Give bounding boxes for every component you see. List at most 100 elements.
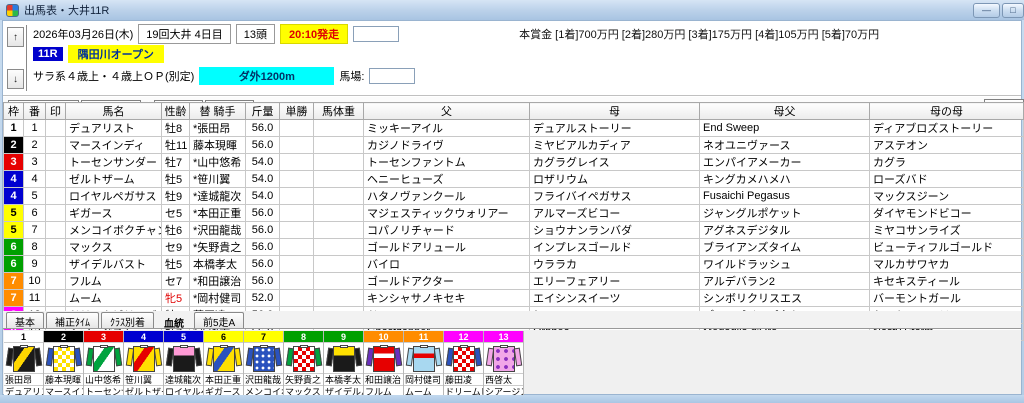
column-header-4: 性齢 — [162, 103, 190, 120]
table-row[interactable]: 22マースインディ牡11藤本現暉56.0カジノドライヴミヤビアルカディアネオユニ… — [4, 137, 1024, 154]
waku-cell: 7 — [4, 290, 24, 307]
column-header-1: 番 — [24, 103, 46, 120]
odds-cell — [280, 188, 314, 205]
titlebar: 出馬表・大井11R — □ — [0, 0, 1024, 20]
odds-cell — [280, 137, 314, 154]
body-weight-cell — [314, 222, 364, 239]
dam-cell: デュアルストーリー — [530, 120, 700, 137]
dams-dam-cell: ビューティフルゴールド — [870, 239, 1024, 256]
dams-dam-cell: マックスジーン — [870, 188, 1024, 205]
entries-table: 枠番印馬名性齢替 騎手斤量単勝馬体重父母母父母の母 11デュアリスト牡8*張田昂… — [3, 102, 1024, 341]
minimize-button[interactable]: — — [973, 3, 1000, 18]
damsire-cell: ブライアンズタイム — [700, 239, 870, 256]
jockey-cell: *山中悠希 — [190, 154, 246, 171]
race-conditions: サラ系４歳上・４歳上ＯＰ(別定) — [33, 68, 194, 84]
column-header-9: 父 — [364, 103, 530, 120]
silk-jockey-name: 藤田凌 — [444, 374, 483, 386]
damsire-cell: アグネスデジタル — [700, 222, 870, 239]
sex-age-cell: 牡7 — [162, 154, 190, 171]
silk-number: 3 — [84, 331, 123, 343]
mark-cell — [46, 273, 66, 290]
tab-0[interactable]: 基本 — [6, 312, 44, 328]
baba-input[interactable] — [369, 68, 415, 84]
sire-cell: バイロ — [364, 256, 530, 273]
number-cell: 5 — [24, 188, 46, 205]
dam-cell: エリーフェアリー — [530, 273, 700, 290]
silk-jockey-name: 本田正重 — [204, 374, 243, 386]
sire-cell: カジノドライヴ — [364, 137, 530, 154]
silk-cell-10: 10和田譲治フルム — [364, 331, 404, 398]
tab-3[interactable]: 血統 — [156, 312, 192, 328]
damsire-cell: Fusaichi Pegasus — [700, 188, 870, 205]
table-row[interactable]: 33トーセンサンダー牡7*山中悠希54.0トーセンファントムカグラグレイスエンパ… — [4, 154, 1024, 171]
table-row[interactable]: 11デュアリスト牡8*張田昂56.0ミッキーアイルデュアルストーリーEnd Sw… — [4, 120, 1024, 137]
odds-cell — [280, 205, 314, 222]
table-row[interactable]: 44ゼルトザーム牡5*笹川翼54.0ヘニーヒューズロザリウムキングカメハメハロー… — [4, 171, 1024, 188]
silk-jockey-name: 西啓太 — [484, 374, 523, 386]
dam-cell: カグラグレイス — [530, 154, 700, 171]
sex-age-cell: 牝5 — [162, 290, 190, 307]
jockey-cell: *岡村健司 — [190, 290, 246, 307]
table-row[interactable]: 57メンコイボクチャン牡6*沢田龍哉56.0コパノリチャードショウナンランバダア… — [4, 222, 1024, 239]
dams-dam-cell: マルカサワヤカ — [870, 256, 1024, 273]
odds-cell — [280, 290, 314, 307]
silk-jockey-name: 矢野貴之 — [284, 374, 323, 386]
silk-number: 10 — [364, 331, 403, 343]
sire-cell: コパノリチャード — [364, 222, 530, 239]
sire-cell: ゴールドアクター — [364, 273, 530, 290]
table-row[interactable]: 69ザイデルバスト牡5本橋孝太56.0バイロウララカワイルドラッシュマルカサワヤ… — [4, 256, 1024, 273]
table-row[interactable]: 68マックスセ9*矢野貴之56.0ゴールドアリュールインプレスゴールドブライアン… — [4, 239, 1024, 256]
sex-age-cell: 牡5 — [162, 256, 190, 273]
maximize-button[interactable]: □ — [1002, 3, 1024, 18]
tab-4[interactable]: 前5走A — [194, 312, 244, 328]
waku-cell: 5 — [4, 222, 24, 239]
weight-cell: 56.0 — [246, 222, 280, 239]
tab-2[interactable]: ｸﾗｽ別着 — [101, 312, 154, 328]
silk-jockey-name: 沢田龍哉 — [244, 374, 283, 386]
silk-jockey-name: 藤本現暉 — [44, 374, 83, 386]
sex-age-cell: セ5 — [162, 205, 190, 222]
dams-dam-cell: ダイヤモンドビコー — [870, 205, 1024, 222]
table-row[interactable]: 710フルムセ7*和田譲治56.0ゴールドアクターエリーフェアリーアルデバラン2… — [4, 273, 1024, 290]
waku-cell: 6 — [4, 256, 24, 273]
silk-number: 2 — [44, 331, 83, 343]
table-row[interactable]: 45ロイヤルペガサス牡9*達城龍次54.0ハタノヴァンクールフライバイペガサスF… — [4, 188, 1024, 205]
sire-cell: ゴールドアリュール — [364, 239, 530, 256]
dams-dam-cell: アステオン — [870, 137, 1024, 154]
body-weight-cell — [314, 239, 364, 256]
number-cell: 7 — [24, 222, 46, 239]
silk-cell-6: 6本田正重ギガース — [204, 331, 244, 398]
silk-jockey-name: 笹川翼 — [124, 374, 163, 386]
horse-name-cell: ゼルトザーム — [66, 171, 162, 188]
race-down-button[interactable]: ↓ — [7, 69, 24, 89]
mark-cell — [46, 188, 66, 205]
odds-cell — [280, 239, 314, 256]
column-header-8: 馬体重 — [314, 103, 364, 120]
jockey-cell: *矢野貴之 — [190, 239, 246, 256]
silk-jockey-name: 張田昂 — [4, 374, 43, 386]
silk-number: 5 — [164, 331, 203, 343]
body-weight-cell — [314, 120, 364, 137]
header-blank-input[interactable] — [353, 26, 399, 42]
head-count: 13頭 — [236, 24, 275, 44]
meeting-label: 19回大井 4日目 — [138, 24, 230, 44]
odds-cell — [280, 171, 314, 188]
table-row[interactable]: 56ギガースセ5*本田正重56.0マジェスティックウォリアーアルマーズビコージャ… — [4, 205, 1024, 222]
jockey-cell: *本田正重 — [190, 205, 246, 222]
waku-cell: 5 — [4, 205, 24, 222]
waku-cell: 3 — [4, 154, 24, 171]
dam-cell: ショウナンランバダ — [530, 222, 700, 239]
horse-name-cell: マースインディ — [66, 137, 162, 154]
number-cell: 1 — [24, 120, 46, 137]
race-date: 2026年03月26日(木) — [33, 26, 133, 42]
race-up-button[interactable]: ↑ — [7, 27, 24, 47]
dams-dam-cell: ディアブロズストーリー — [870, 120, 1024, 137]
window-title: 出馬表・大井11R — [24, 2, 109, 18]
number-cell: 4 — [24, 171, 46, 188]
weight-cell: 56.0 — [246, 137, 280, 154]
sex-age-cell: セ7 — [162, 273, 190, 290]
dam-cell: ウララカ — [530, 256, 700, 273]
damsire-cell: エンパイアメーカー — [700, 154, 870, 171]
tab-1[interactable]: 補正ﾀｲﾑ — [46, 312, 99, 328]
table-row[interactable]: 711ムーム牝5*岡村健司52.0キンシャサノキセキエイシンスイーツシンボリクリ… — [4, 290, 1024, 307]
